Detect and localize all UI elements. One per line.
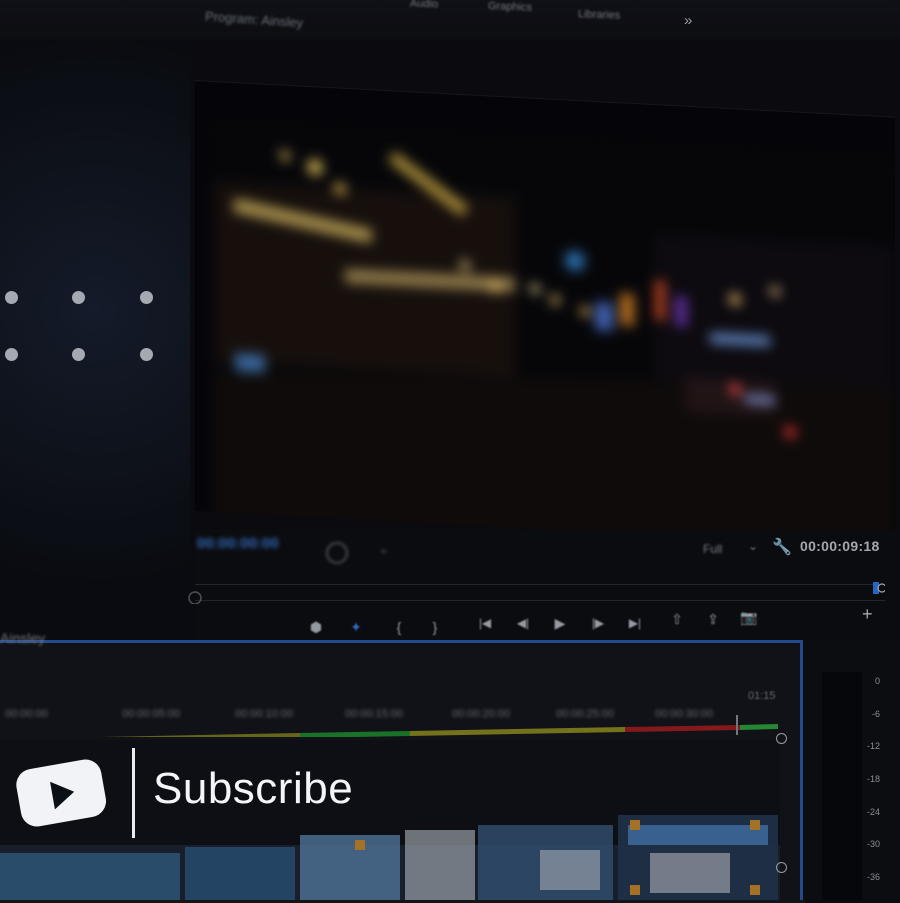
camera-icon[interactable]: 📷: [738, 606, 760, 628]
workspace-tab[interactable]: Libraries: [578, 8, 620, 21]
audio-meter: [822, 672, 862, 900]
scroll-handle-icon[interactable]: [776, 733, 787, 744]
sequence-tab[interactable]: Ainsley: [0, 630, 45, 646]
video-frame: [215, 122, 895, 548]
decorative-dot: [140, 291, 153, 304]
mark-out-icon[interactable]: }: [424, 616, 446, 638]
workspace-tab[interactable]: Audio: [410, 0, 438, 10]
subscribe-label[interactable]: Subscribe: [153, 764, 353, 814]
workspace-tab[interactable]: Graphics: [488, 0, 532, 14]
step-forward-icon[interactable]: |▶: [587, 612, 609, 634]
extract-icon[interactable]: ⇪: [702, 608, 724, 630]
chevron-down-icon[interactable]: ⌄: [378, 540, 390, 557]
wrench-icon[interactable]: 🔧: [772, 537, 792, 557]
double-chevron-right-icon[interactable]: »: [684, 12, 692, 29]
meter-tick: -6: [871, 709, 880, 719]
meter-scale: 0 -6 -12 -18 -24 -30 -36: [858, 672, 900, 900]
decorative-dot: [5, 291, 18, 304]
meter-tick: -30: [866, 839, 880, 849]
night-street-video: [215, 122, 895, 548]
marker-icon[interactable]: ⬢: [305, 616, 327, 638]
workspace-tab-bar: Audio Graphics Libraries »: [0, 0, 900, 40]
meter-tick: 0: [874, 676, 880, 686]
play-icon[interactable]: ▶: [549, 612, 571, 634]
meter-tick: -36: [866, 872, 880, 882]
ripple-icon[interactable]: ✦: [345, 616, 367, 638]
decorative-dot: [5, 348, 18, 361]
chevron-down-icon[interactable]: ⌄: [748, 539, 758, 553]
decorative-dot: [72, 291, 85, 304]
mark-in-icon[interactable]: {: [388, 616, 410, 638]
meter-tick: -12: [866, 741, 880, 751]
lift-icon[interactable]: ⇧: [666, 608, 688, 630]
step-back-icon[interactable]: ◀|: [512, 612, 534, 634]
playhead-scrubber[interactable]: [185, 582, 885, 604]
go-to-in-icon[interactable]: |◀: [474, 612, 496, 634]
divider: [132, 748, 135, 838]
zoom-icon[interactable]: [326, 542, 348, 564]
source-panel: [0, 40, 190, 640]
decorative-dot: [72, 348, 85, 361]
sequence-duration: 00:00:09:18: [800, 538, 880, 554]
meter-tick: -24: [866, 807, 880, 817]
playhead-timecode[interactable]: 00:00:00:00: [197, 535, 279, 552]
add-button[interactable]: +: [862, 604, 873, 625]
fit-dropdown[interactable]: Full: [703, 542, 722, 556]
youtube-play-icon[interactable]: [12, 752, 110, 832]
program-monitor[interactable]: [195, 80, 895, 548]
decorative-dot: [140, 348, 153, 361]
ruler-label: 01:15: [748, 690, 776, 702]
scroll-handle-icon[interactable]: [776, 862, 787, 873]
meter-tick: -18: [866, 774, 880, 784]
go-to-out-icon[interactable]: ▶|: [624, 612, 646, 634]
render-bar: [100, 715, 778, 737]
video-clips[interactable]: [0, 815, 780, 900]
